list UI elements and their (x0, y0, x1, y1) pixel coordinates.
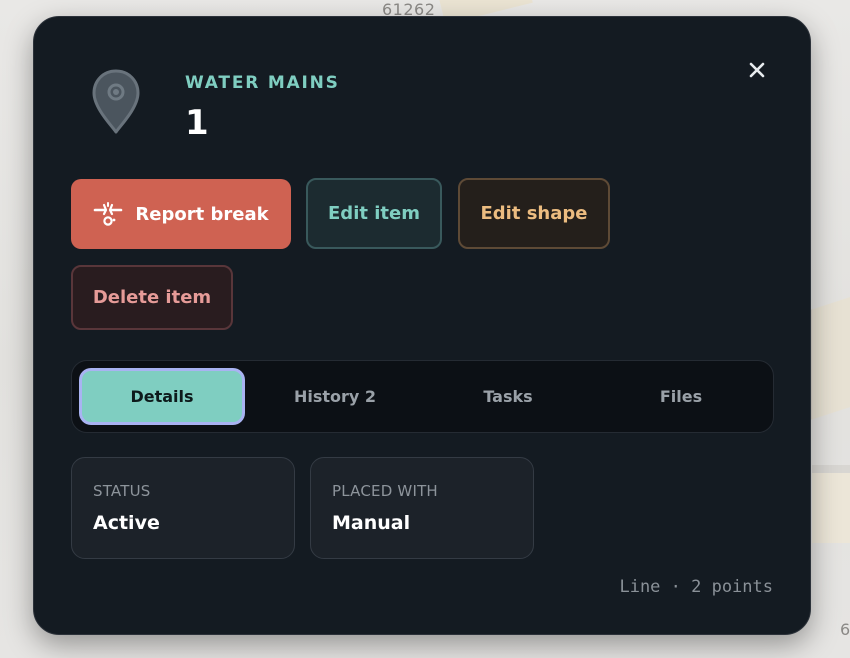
tab-label: Tasks (483, 387, 533, 406)
geometry-summary: Line · 2 points (619, 577, 773, 597)
placed-with-card: PLACED WITH Manual (310, 457, 534, 559)
close-button[interactable] (744, 57, 770, 83)
report-break-button[interactable]: Report break (71, 179, 291, 249)
tab-files[interactable]: Files (598, 368, 764, 425)
edit-item-label: Edit item (328, 203, 420, 224)
feature-popup: WATER MAINS 1 Report break Edit item Edi… (33, 16, 811, 635)
edit-shape-label: Edit shape (480, 203, 588, 224)
delete-item-button[interactable]: Delete item (71, 265, 233, 330)
close-icon (749, 62, 765, 78)
edit-shape-button[interactable]: Edit shape (458, 178, 610, 249)
item-category: WATER MAINS (185, 73, 340, 93)
tab-bar: Details History 2 Tasks Files (71, 360, 774, 433)
tab-label: Details (130, 387, 194, 406)
edit-item-button[interactable]: Edit item (306, 178, 442, 249)
report-break-label: Report break (135, 203, 269, 225)
tab-tasks[interactable]: Tasks (425, 368, 591, 425)
placed-with-value: Manual (332, 512, 411, 534)
status-label: STATUS (93, 482, 151, 500)
tab-history[interactable]: History 2 (252, 368, 418, 425)
tab-label: History 2 (293, 387, 377, 406)
status-card: STATUS Active (71, 457, 295, 559)
tab-details[interactable]: Details (79, 368, 245, 425)
status-value: Active (93, 512, 160, 534)
placed-with-label: PLACED WITH (332, 482, 438, 500)
map-pin-icon (92, 69, 140, 134)
map-label: 6 (840, 620, 850, 639)
map-parcel (812, 465, 850, 543)
tab-label: Files (659, 387, 703, 406)
map-parcel (810, 289, 850, 421)
item-title: 1 (185, 103, 209, 143)
delete-item-label: Delete item (92, 287, 212, 308)
pipe-break-icon (94, 202, 123, 226)
